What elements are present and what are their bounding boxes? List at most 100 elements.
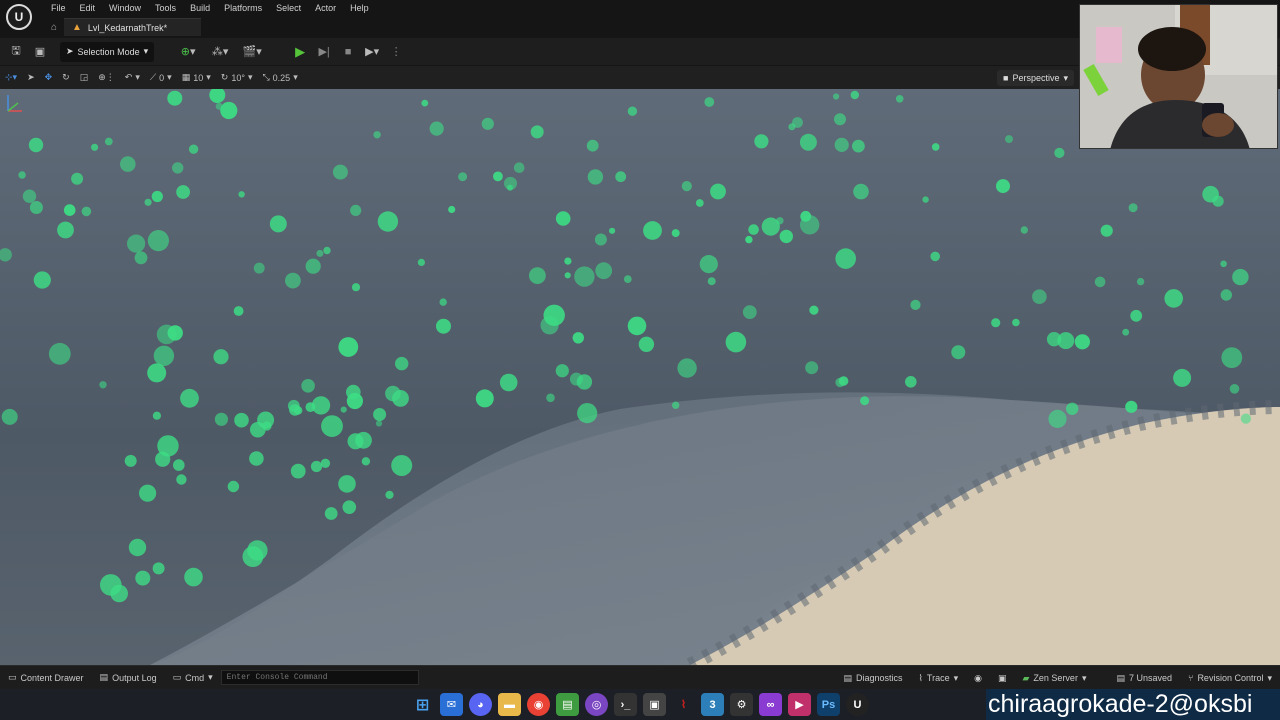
scale-icon[interactable]: ◲ xyxy=(75,66,94,89)
console-command-input[interactable] xyxy=(220,670,419,685)
tree-foliage xyxy=(110,584,128,603)
screenshot-tool-icon[interactable]: ▣ xyxy=(643,693,666,716)
tree-foliage xyxy=(135,570,151,586)
selection-mode-dropdown[interactable]: ➤ Selection Mode ▾ xyxy=(60,41,155,62)
tree-foliage xyxy=(834,113,846,126)
photoshop-icon[interactable]: Ps xyxy=(817,693,840,716)
tree-foliage xyxy=(574,266,595,287)
add-actor-icon[interactable]: ⊕ ▾ xyxy=(176,41,200,63)
tree-foliage xyxy=(530,125,544,139)
tree-foliage xyxy=(1032,289,1047,304)
terminal-icon[interactable]: ›_ xyxy=(614,693,637,716)
level-viewport[interactable] xyxy=(0,89,1280,665)
tree-foliage xyxy=(835,248,856,269)
tree-foliage xyxy=(28,137,44,153)
rotate-snap[interactable]: ↻ 10° ▾ xyxy=(216,66,258,89)
record-icon[interactable]: ◉ xyxy=(966,666,990,690)
notepad-icon[interactable]: ▤ xyxy=(556,693,579,716)
discord-icon[interactable]: ◕ xyxy=(469,693,492,716)
tree-foliage xyxy=(707,277,716,286)
translate-icon[interactable]: ✥ xyxy=(40,66,58,89)
tree-foliage xyxy=(253,262,265,274)
blueprint-icon[interactable]: ⁂▾ xyxy=(208,41,232,63)
more-icon[interactable]: ⋮ xyxy=(384,41,408,63)
zen-server-dropdown[interactable]: ▰ Zen Server ▾ xyxy=(1015,666,1095,690)
tree-foliage xyxy=(776,217,784,225)
tree-foliage xyxy=(338,337,359,357)
windows-start-icon[interactable]: ⊞ xyxy=(411,693,434,716)
unsaved-button[interactable]: ▤ 7 Unsaved xyxy=(1108,666,1180,690)
tree-foliage xyxy=(850,90,859,100)
tree-foliage xyxy=(361,457,371,466)
tree-foliage xyxy=(1232,268,1249,286)
translate-snap[interactable]: ▦ 10 ▾ xyxy=(177,66,216,89)
step-icon[interactable]: ▶| xyxy=(312,41,336,63)
perspective-dropdown[interactable]: ■ Perspective ▾ xyxy=(997,70,1074,86)
outlook-icon[interactable]: ✉ xyxy=(440,693,463,716)
tree-foliage xyxy=(699,255,718,274)
tree-foliage xyxy=(609,227,616,234)
menu-platforms[interactable]: Platforms xyxy=(217,0,269,16)
file-explorer-icon[interactable]: ▬ xyxy=(498,693,521,716)
content-drawer-button[interactable]: ▭ Content Drawer xyxy=(0,666,92,690)
tree-foliage xyxy=(214,412,228,426)
tree-foliage xyxy=(332,164,348,180)
cmd-dropdown[interactable]: ▭ Cmd ▾ xyxy=(165,666,221,690)
home-icon[interactable]: ⌂ xyxy=(44,22,64,33)
menu-file[interactable]: File xyxy=(44,0,73,16)
menu-select[interactable]: Select xyxy=(269,0,308,16)
surface-snap[interactable]: ↶ ▾ xyxy=(120,66,145,89)
tree-foliage xyxy=(238,191,245,198)
diagnostics-icon: ▤ xyxy=(843,672,852,683)
content-browser-icon[interactable]: ▣ xyxy=(28,41,52,63)
cursor-icon: ➤ xyxy=(66,46,74,56)
rotate-icon[interactable]: ↻ xyxy=(57,66,75,89)
eject-icon[interactable]: ▶▾ xyxy=(360,41,384,63)
unreal-engine-taskbar-icon[interactable]: U xyxy=(846,693,869,716)
stop-icon[interactable]: ■ xyxy=(336,41,360,63)
selection-mode-label: Selection Mode xyxy=(77,46,140,57)
app-3-icon[interactable]: 3 xyxy=(701,693,724,716)
level-tab[interactable]: ▲ Lvl_KedarnathTrek* xyxy=(64,18,202,36)
output-log-button[interactable]: ▤ Output Log xyxy=(92,666,165,690)
trace-label: Trace xyxy=(926,673,950,683)
menu-window[interactable]: Window xyxy=(102,0,148,16)
save-icon[interactable]: 🖫 xyxy=(4,41,28,63)
tree-foliage xyxy=(922,196,929,203)
davinci-icon[interactable]: ▶ xyxy=(788,693,811,716)
tree-foliage xyxy=(71,172,84,185)
chrome-icon[interactable]: ◉ xyxy=(527,693,550,716)
settings-icon[interactable]: ⚙ xyxy=(730,693,753,716)
screenshot-icon[interactable]: ▣ xyxy=(990,666,1015,690)
select-icon[interactable]: ➤ xyxy=(22,66,40,89)
visual-studio-icon[interactable]: ∞ xyxy=(759,693,782,716)
diagnostics-button[interactable]: ▤ Diagnostics xyxy=(835,666,910,690)
tree-foliage xyxy=(1005,135,1013,144)
world-local-icon[interactable]: ⊕⋮ xyxy=(93,66,120,89)
menu-build[interactable]: Build xyxy=(183,0,217,16)
unreal-logo-icon[interactable]: U xyxy=(6,4,32,30)
tree-foliage xyxy=(1020,226,1028,234)
cinematics-icon[interactable]: 🎬▾ xyxy=(240,41,264,63)
menu-tools[interactable]: Tools xyxy=(148,0,183,16)
revision-control-dropdown[interactable]: ⑂ Revision Control ▾ xyxy=(1180,666,1280,690)
menu-actor[interactable]: Actor xyxy=(308,0,343,16)
tree-foliage xyxy=(247,540,268,561)
tree-foliage xyxy=(81,206,92,217)
menu-help[interactable]: Help xyxy=(343,0,376,16)
grid-snap[interactable]: ⟋ 0 ▾ xyxy=(145,66,177,89)
tree-foliage xyxy=(930,251,940,262)
status-right: ▤ Diagnostics ⌇ Trace ▾ ◉ ▣ ▰ Zen Server ▾… xyxy=(835,666,1280,690)
obs-icon[interactable]: ◎ xyxy=(585,693,608,716)
acrobat-icon[interactable]: ⌇ xyxy=(672,693,695,716)
trace-dropdown[interactable]: ⌇ Trace ▾ xyxy=(911,666,967,690)
menu-edit[interactable]: Edit xyxy=(73,0,103,16)
transform-menu-icon[interactable]: ⊹▾ xyxy=(0,66,22,89)
tree-foliage xyxy=(564,272,571,279)
play-icon[interactable]: ▶ xyxy=(288,41,312,63)
scale-snap[interactable]: ⤡ 0.25 ▾ xyxy=(257,66,302,89)
tree-foliage xyxy=(627,316,647,336)
tree-foliage xyxy=(1074,334,1090,350)
tree-foliage xyxy=(257,411,275,429)
tree-foliage xyxy=(180,388,199,408)
